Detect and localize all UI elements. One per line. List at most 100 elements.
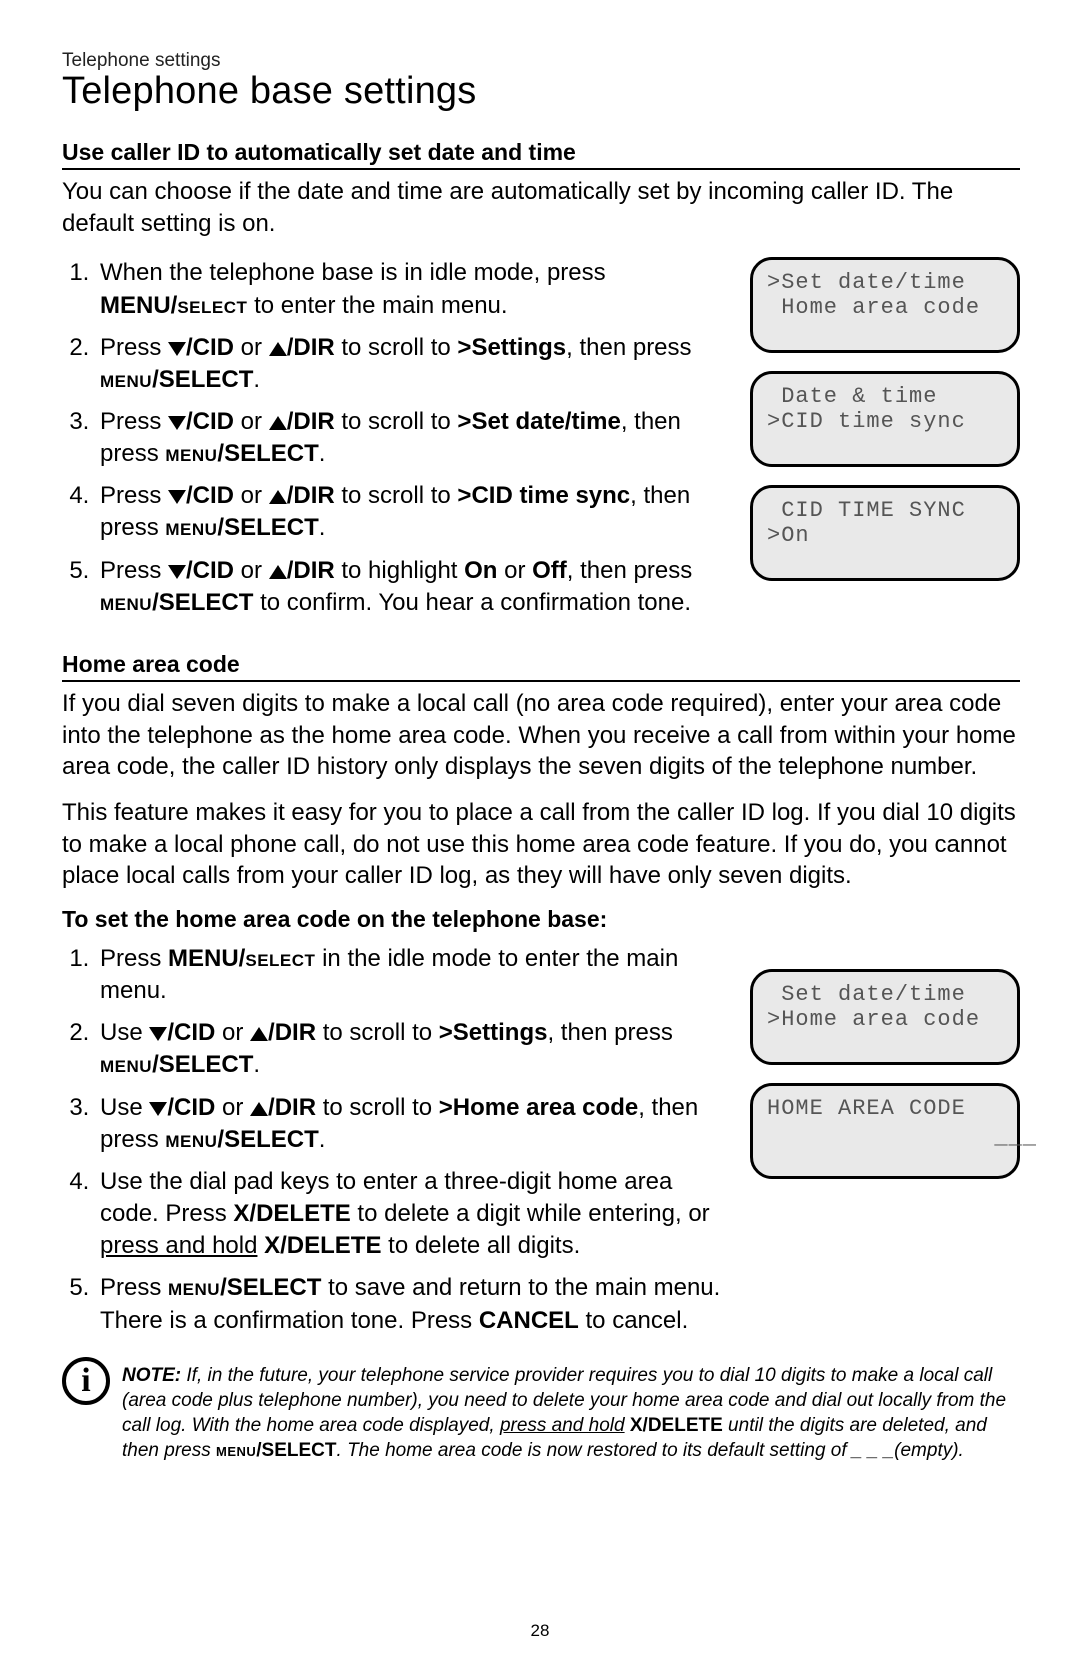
arrow-down-icon bbox=[168, 416, 186, 430]
text: . bbox=[319, 1126, 326, 1153]
menu-key: menu bbox=[216, 1440, 256, 1461]
cid-key: /CID bbox=[167, 1019, 215, 1046]
off-option: Off bbox=[532, 557, 567, 584]
menu-key: menu bbox=[165, 1126, 217, 1153]
text: Press bbox=[100, 482, 168, 509]
list-item: Use the dial pad keys to enter a three-d… bbox=[96, 1166, 724, 1262]
note-block: i NOTE: If, in the future, your telephon… bbox=[62, 1363, 1020, 1463]
settings-menu: >Settings bbox=[439, 1019, 548, 1046]
dir-key: /DIR bbox=[287, 408, 335, 435]
lcd-line: >Set date/time bbox=[767, 270, 1003, 295]
note-label: NOTE: bbox=[122, 1365, 181, 1386]
text: or bbox=[215, 1094, 250, 1121]
menu-key: menu bbox=[100, 1051, 152, 1078]
cancel-key: CANCEL bbox=[479, 1307, 579, 1334]
arrow-up-icon bbox=[269, 565, 287, 579]
list-item: Press /CID or /DIR to scroll to >CID tim… bbox=[96, 480, 724, 544]
text: to enter the main menu. bbox=[247, 292, 507, 319]
lcd-line: Date & time bbox=[767, 384, 1003, 409]
lcd-screen-4: Set date/time >Home area code bbox=[750, 969, 1020, 1065]
text: to cancel. bbox=[579, 1307, 688, 1334]
select-key: /SELECT bbox=[152, 589, 253, 616]
text: When the telephone base is in idle mode,… bbox=[100, 259, 606, 286]
home-area-code-menu: >Home area code bbox=[439, 1094, 638, 1121]
arrow-down-icon bbox=[168, 565, 186, 579]
lcd-line: Home area code bbox=[767, 295, 1003, 320]
text: . The home area code is now restored to … bbox=[337, 1440, 964, 1461]
text: to highlight bbox=[335, 557, 464, 584]
select-key: select bbox=[245, 945, 315, 972]
list-item: Press /CID or /DIR to highlight On or Of… bbox=[96, 555, 724, 619]
lcd-screen-2: Date & time >CID time sync bbox=[750, 371, 1020, 467]
text: . bbox=[253, 1051, 260, 1078]
arrow-down-icon bbox=[149, 1027, 167, 1041]
select-key: /SELECT bbox=[152, 1051, 253, 1078]
select-key: /SELECT bbox=[220, 1274, 321, 1301]
arrow-up-icon bbox=[250, 1102, 268, 1116]
section1-steps: When the telephone base is in idle mode,… bbox=[62, 257, 724, 619]
section2-para1: If you dial seven digits to make a local… bbox=[62, 688, 1020, 783]
dir-key: /DIR bbox=[287, 482, 335, 509]
list-item: Press /CID or /DIR to scroll to >Setting… bbox=[96, 332, 724, 396]
cid-key: /CID bbox=[186, 408, 234, 435]
lcd-line: >On bbox=[767, 523, 1003, 548]
lcd-line: >Home area code bbox=[767, 1007, 1003, 1032]
arrow-down-icon bbox=[168, 490, 186, 504]
section-heading-caller-id: Use caller ID to automatically set date … bbox=[62, 139, 1020, 170]
dir-key: /DIR bbox=[287, 334, 335, 361]
menu-key: menu bbox=[165, 440, 217, 467]
section-heading-home-area-code: Home area code bbox=[62, 651, 1020, 682]
text: Press bbox=[100, 1274, 168, 1301]
lcd-line: CID TIME SYNC bbox=[767, 498, 1003, 523]
select-key: /SELECT bbox=[217, 1126, 318, 1153]
cid-key: /CID bbox=[167, 1094, 215, 1121]
arrow-up-icon bbox=[250, 1027, 268, 1041]
lcd-line: HOME AREA CODE bbox=[767, 1096, 1003, 1121]
arrow-down-icon bbox=[149, 1102, 167, 1116]
text: , then press bbox=[567, 557, 692, 584]
text: . bbox=[319, 440, 326, 467]
list-item: Use /CID or /DIR to scroll to >Home area… bbox=[96, 1092, 724, 1156]
text: Use bbox=[100, 1019, 149, 1046]
settings-menu: >Settings bbox=[457, 334, 566, 361]
lcd-line: >CID time sync bbox=[767, 409, 1003, 434]
text: Press bbox=[100, 334, 168, 361]
lcd-screen-1: >Set date/time Home area code bbox=[750, 257, 1020, 353]
set-date-time-menu: >Set date/time bbox=[457, 408, 620, 435]
on-option: On bbox=[464, 557, 497, 584]
list-item: Press MENU/select in the idle mode to en… bbox=[96, 943, 724, 1007]
arrow-up-icon bbox=[269, 342, 287, 356]
xdelete-key: X/DELETE bbox=[233, 1200, 350, 1227]
text: or bbox=[234, 557, 269, 584]
text: to delete a digit while entering, or bbox=[351, 1200, 710, 1227]
menu-key: MENU/ bbox=[100, 292, 177, 319]
breadcrumb: Telephone settings bbox=[62, 50, 1020, 72]
text: to scroll to bbox=[335, 482, 458, 509]
dir-key: /DIR bbox=[287, 557, 335, 584]
text: to scroll to bbox=[316, 1094, 439, 1121]
xdelete-key: X/DELETE bbox=[264, 1232, 381, 1259]
arrow-up-icon bbox=[269, 416, 287, 430]
section1-intro: You can choose if the date and time are … bbox=[62, 176, 1020, 239]
xdelete-key: X/DELETE bbox=[625, 1415, 723, 1436]
text: to scroll to bbox=[335, 334, 458, 361]
select-key: /SELECT bbox=[217, 514, 318, 541]
note-text: NOTE: If, in the future, your telephone … bbox=[122, 1363, 1020, 1463]
text: . bbox=[319, 514, 326, 541]
text: or bbox=[234, 482, 269, 509]
press-and-hold: press and hold bbox=[500, 1415, 625, 1436]
select-key: /SELECT bbox=[256, 1440, 336, 1461]
select-key: select bbox=[177, 292, 247, 319]
text: or bbox=[234, 334, 269, 361]
list-item: Use /CID or /DIR to scroll to >Settings,… bbox=[96, 1017, 724, 1081]
arrow-up-icon bbox=[269, 490, 287, 504]
dir-key: /DIR bbox=[268, 1019, 316, 1046]
text: Press bbox=[100, 945, 168, 972]
lcd-screen-3: CID TIME SYNC >On bbox=[750, 485, 1020, 581]
menu-key: MENU/ bbox=[168, 945, 245, 972]
section2-subheading: To set the home area code on the telepho… bbox=[62, 906, 1020, 933]
lcd-line: ___ bbox=[767, 1121, 1037, 1150]
menu-key: menu bbox=[100, 589, 152, 616]
cid-time-sync-menu: >CID time sync bbox=[457, 482, 630, 509]
section2-steps: Press MENU/select in the idle mode to en… bbox=[62, 943, 724, 1337]
